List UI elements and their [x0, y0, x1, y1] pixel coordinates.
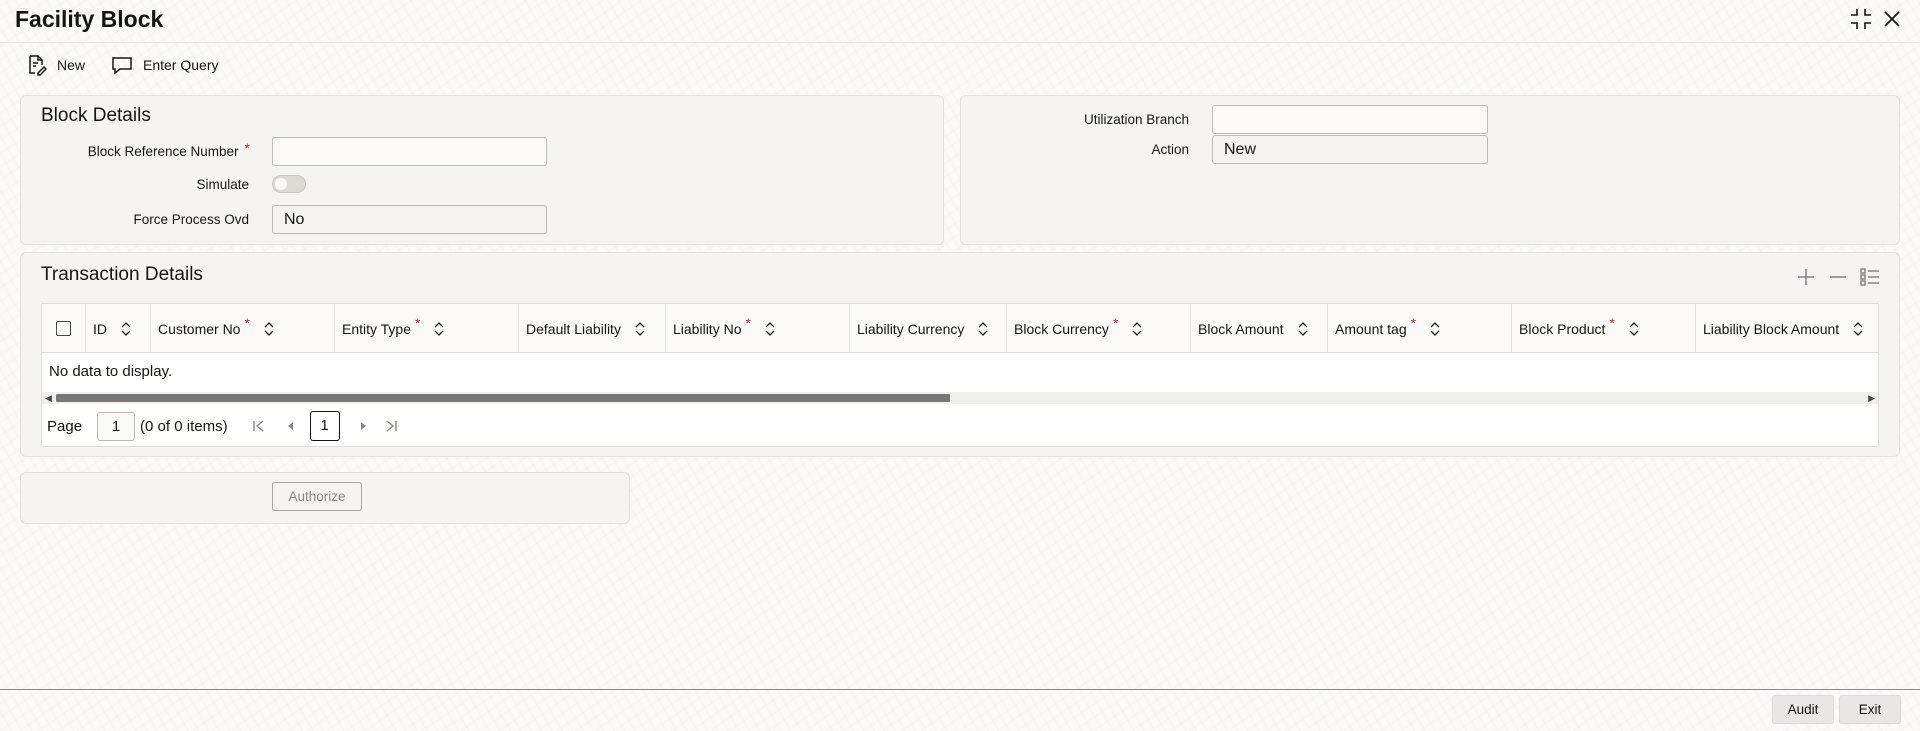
list-view-icon[interactable] [1859, 266, 1881, 288]
current-page-button[interactable]: 1 [309, 411, 340, 441]
block-reference-number-label: Block Reference Number * [87, 140, 250, 159]
utilization-branch-input[interactable] [1212, 105, 1488, 134]
enter-query-button[interactable]: Enter Query [111, 52, 218, 78]
grid-actions [1795, 266, 1881, 288]
title-divider [0, 42, 1920, 43]
next-page-icon[interactable] [354, 417, 372, 435]
page-title: Facility Block [15, 6, 164, 32]
simulate-toggle[interactable] [272, 175, 306, 193]
scroll-right-icon[interactable]: ▶ [1868, 392, 1875, 404]
footer-divider [0, 689, 1920, 690]
column-block-amount[interactable]: Block Amount [1191, 304, 1328, 353]
simulate-label: Simulate [196, 177, 249, 192]
pagination: Page 1 (0 of 0 items) 1 [42, 404, 1878, 448]
last-page-icon[interactable] [382, 417, 400, 435]
scroll-left-icon[interactable]: ◀ [45, 392, 52, 404]
new-button-label: New [57, 57, 86, 73]
sort-icon[interactable] [434, 321, 444, 336]
first-page-icon[interactable] [250, 417, 268, 435]
block-details-title: Block Details [41, 105, 151, 126]
transaction-grid: ID Customer No * Entity Type * Default Lia… [41, 303, 1879, 447]
grid-header: ID Customer No * Entity Type * Default Lia… [42, 304, 1878, 353]
column-block-currency[interactable]: Block Currency * [1007, 304, 1191, 353]
column-entity-type[interactable]: Entity Type * [335, 304, 519, 353]
enter-query-label: Enter Query [143, 57, 219, 73]
utilization-branch-label: Utilization Branch [1083, 112, 1189, 127]
sort-icon[interactable] [264, 321, 274, 336]
sort-icon[interactable] [635, 321, 645, 336]
page-label: Page [47, 417, 83, 435]
horizontal-scrollbar[interactable]: ◀ ▶ [42, 392, 1878, 404]
action-label: Action [1151, 142, 1189, 157]
column-default-liability[interactable]: Default Liability [519, 304, 666, 353]
minus-icon[interactable] [1827, 266, 1849, 288]
page-number-input[interactable]: 1 [97, 411, 136, 441]
sort-icon[interactable] [978, 321, 988, 336]
sort-icon[interactable] [1132, 321, 1142, 336]
action-field[interactable]: New [1212, 135, 1488, 164]
chat-bubble-icon [112, 57, 132, 75]
item-count: (0 of 0 items) [140, 417, 228, 435]
collapse-icon[interactable] [1848, 6, 1874, 32]
sort-icon[interactable] [1853, 321, 1863, 336]
force-process-ovd-label: Force Process Ovd [133, 212, 249, 227]
no-data-message: No data to display. [49, 363, 173, 380]
previous-page-icon[interactable] [282, 417, 300, 435]
sort-icon[interactable] [1430, 321, 1440, 336]
select-all-cell [42, 304, 86, 353]
exit-button[interactable]: Exit [1839, 695, 1901, 724]
scrollbar-thumb[interactable] [56, 394, 950, 402]
sort-icon[interactable] [765, 321, 775, 336]
plus-icon[interactable] [1795, 266, 1817, 288]
sort-icon[interactable] [121, 321, 131, 336]
select-all-checkbox[interactable] [56, 321, 71, 336]
block-reference-number-input[interactable] [272, 137, 547, 166]
force-process-ovd-field[interactable]: No [272, 205, 547, 234]
column-customer-no[interactable]: Customer No * [151, 304, 335, 353]
column-block-product[interactable]: Block Product * [1512, 304, 1696, 353]
authorize-button[interactable]: Authorize [272, 482, 362, 511]
column-amount-tag[interactable]: Amount tag * [1328, 304, 1512, 353]
column-liability-no[interactable]: Liability No * [666, 304, 850, 353]
column-id[interactable]: ID [86, 304, 151, 353]
sort-icon[interactable] [1298, 321, 1308, 336]
transaction-details-title: Transaction Details [41, 264, 203, 285]
sort-icon[interactable] [1629, 321, 1639, 336]
new-document-icon [29, 55, 47, 76]
column-liability-currency[interactable]: Liability Currency [850, 304, 1007, 353]
column-liability-block-amount[interactable]: Liability Block Amount [1696, 304, 1878, 353]
audit-button[interactable]: Audit [1772, 695, 1834, 724]
new-button[interactable]: New [25, 52, 85, 78]
close-icon[interactable] [1879, 6, 1905, 32]
